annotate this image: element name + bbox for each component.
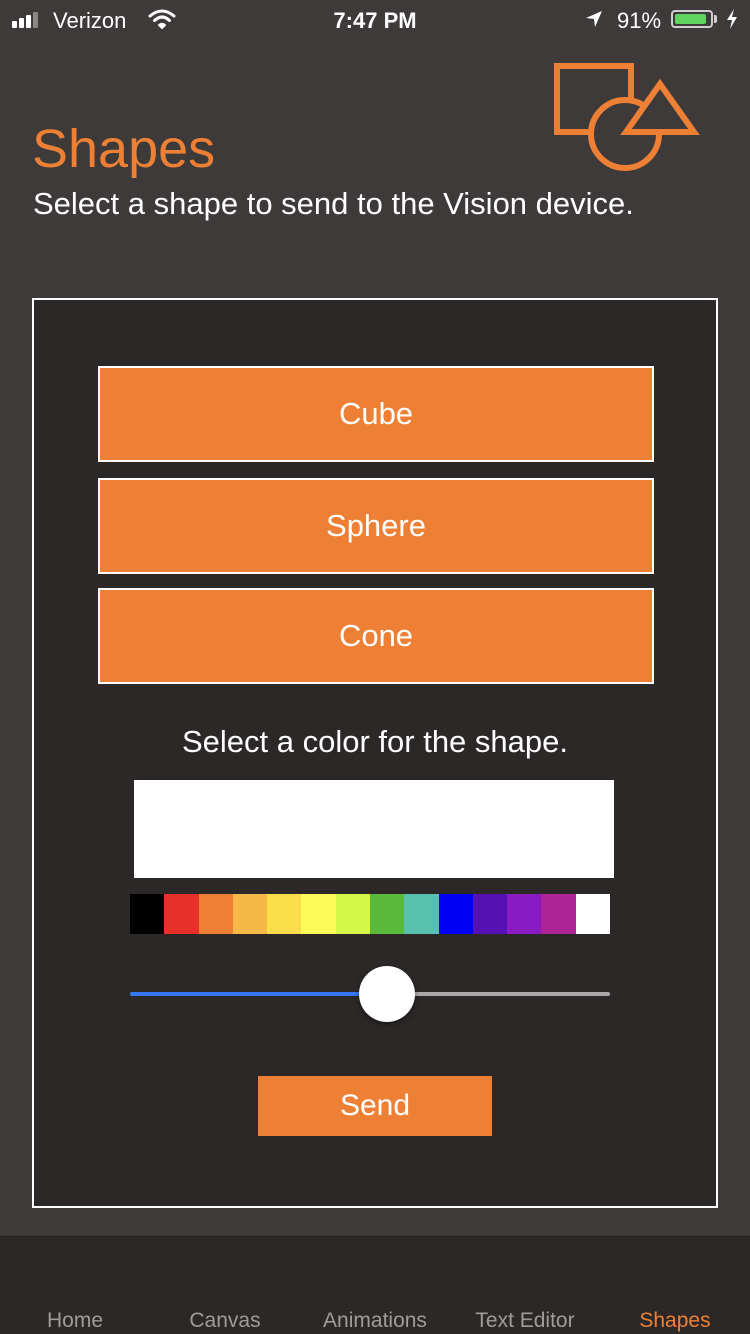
color-swatch[interactable] <box>575 894 610 934</box>
color-swatch[interactable] <box>267 894 302 934</box>
color-swatch[interactable] <box>335 894 370 934</box>
color-palette <box>130 894 610 934</box>
color-swatch[interactable] <box>232 894 268 934</box>
battery-tip <box>714 15 717 23</box>
color-preview <box>134 780 614 878</box>
slider-max-track <box>387 992 610 996</box>
color-swatch[interactable] <box>369 894 405 934</box>
color-swatch[interactable] <box>404 894 439 934</box>
shapes-screen: Verizon 7:47 PM 91% Shapes Select a shap… <box>0 0 750 1334</box>
color-swatch[interactable] <box>438 894 473 934</box>
tab-canvas[interactable]: Canvas <box>150 1309 300 1333</box>
tab-bar: Home Canvas Animations Text Editor Shape… <box>0 1236 750 1334</box>
send-button[interactable]: Send <box>258 1076 492 1136</box>
battery-icon <box>671 10 713 28</box>
color-swatch[interactable] <box>541 894 576 934</box>
status-bar: Verizon 7:47 PM 91% <box>0 0 750 40</box>
charging-bolt-icon <box>726 9 738 35</box>
tab-text-editor[interactable]: Text Editor <box>450 1309 600 1333</box>
slider-thumb[interactable] <box>359 966 416 1022</box>
battery-percent: 91% <box>617 8 662 33</box>
page-title: Shapes <box>32 119 216 179</box>
sphere-button[interactable]: Sphere <box>98 478 654 574</box>
shape-panel: Cube Sphere Cone Select a color for the … <box>32 298 718 1208</box>
color-swatch[interactable] <box>507 894 542 934</box>
color-swatch[interactable] <box>198 894 233 934</box>
tab-animations[interactable]: Animations <box>300 1309 450 1333</box>
location-arrow-icon <box>584 9 604 35</box>
color-swatch[interactable] <box>472 894 508 934</box>
brightness-slider[interactable] <box>130 964 610 1024</box>
tab-home[interactable]: Home <box>0 1309 150 1333</box>
cone-button[interactable]: Cone <box>98 588 654 684</box>
color-label: Select a color for the shape. <box>181 724 568 759</box>
battery-level <box>675 14 706 24</box>
color-swatch[interactable] <box>301 894 336 934</box>
slider-min-track <box>130 992 388 996</box>
cube-button[interactable]: Cube <box>98 366 654 462</box>
color-swatch[interactable] <box>164 894 199 934</box>
shapes-icon <box>553 62 701 177</box>
color-swatch[interactable] <box>130 894 165 934</box>
tab-shapes[interactable]: Shapes <box>600 1309 750 1333</box>
page-subtitle: Select a shape to send to the Vision dev… <box>33 186 634 221</box>
